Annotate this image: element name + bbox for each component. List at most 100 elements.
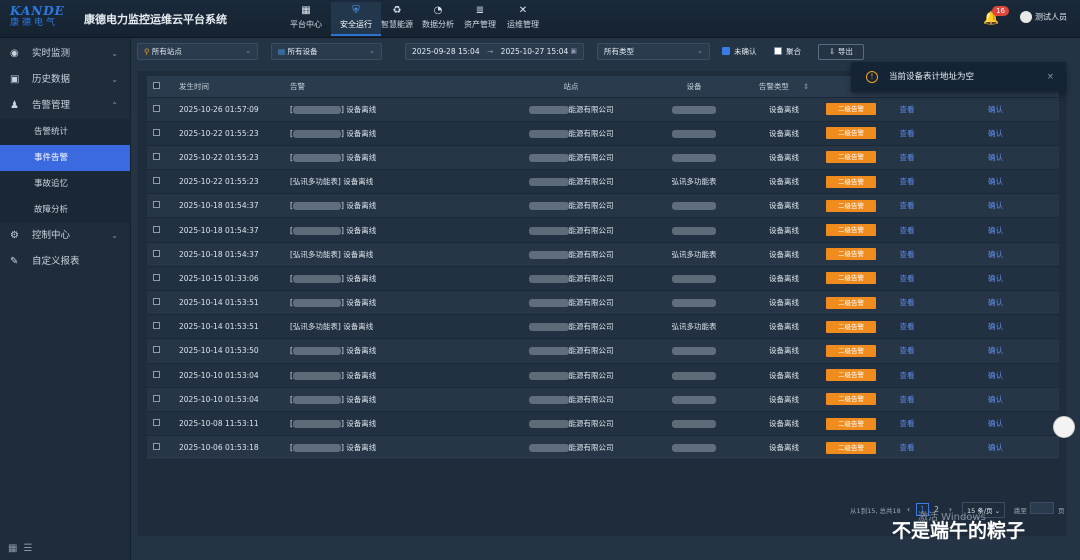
view-link[interactable]: 查看	[900, 105, 915, 114]
redacted-site-name	[528, 178, 569, 187]
alarm-level-tag: 二级告警	[826, 320, 876, 333]
cell-time: 2025-10-08 11:53:11	[173, 411, 284, 437]
row-checkbox[interactable]	[153, 273, 160, 281]
row-checkbox[interactable]	[153, 443, 160, 451]
confirm-link[interactable]: 确认	[988, 419, 1003, 428]
type-select[interactable]: 所有类型 ⌄	[597, 43, 710, 60]
confirm-link[interactable]: 确认	[988, 274, 1003, 283]
confirm-link[interactable]: 确认	[988, 201, 1003, 210]
confirm-link[interactable]: 确认	[988, 105, 1003, 114]
view-link[interactable]: 查看	[900, 371, 915, 380]
table-row[interactable]: 2025-10-06 01:53:18[] 设备离线 能源有限公司 设备离线 二级告警…	[147, 435, 1059, 461]
sidebar-item-custom-report[interactable]: ✎ 自定义报表	[0, 249, 130, 275]
sidebar-sub-alarm-stats[interactable]: 告警统计	[0, 119, 130, 145]
sidebar-item-control[interactable]: ⚙ 控制中心 ⌄	[0, 223, 130, 249]
close-icon[interactable]: ×	[1047, 62, 1054, 92]
redacted-device	[672, 299, 716, 308]
sidebar-item-realtime[interactable]: ◉ 实时监测 ⌄	[0, 41, 130, 67]
row-checkbox[interactable]	[153, 128, 160, 136]
unconfirmed-checkbox[interactable]	[722, 47, 730, 55]
view-link[interactable]: 查看	[900, 250, 915, 259]
col-header-type[interactable]: 告警类型 ⇕	[748, 76, 820, 98]
row-checkbox[interactable]	[153, 177, 160, 185]
view-link[interactable]: 查看	[900, 346, 915, 355]
system-title: 康德电力监控运维云平台系统	[84, 13, 227, 26]
sidebar-item-alarm[interactable]: ♟ 告警管理 ⌃	[0, 93, 130, 119]
table-row[interactable]: 2025-10-26 01:57:09[] 设备离线 能源有限公司 设备离线 二级告警…	[147, 97, 1059, 122]
confirm-link[interactable]: 确认	[988, 371, 1003, 380]
view-link[interactable]: 查看	[900, 322, 915, 331]
confirm-link[interactable]: 确认	[988, 322, 1003, 331]
view-link[interactable]: 查看	[900, 395, 915, 404]
table-row[interactable]: 2025-10-22 01:55:23 [弘讯多功能表] 设备离线 能源有限公司 弘讯…	[147, 169, 1059, 195]
nav-tab-operations[interactable]: ✕ 运维管理	[498, 2, 548, 36]
assistant-avatar[interactable]	[1053, 416, 1075, 438]
user-menu[interactable]: 测试人员	[1020, 11, 1067, 23]
nav-tab-platform[interactable]: ▦ 平台中心	[281, 2, 331, 36]
confirm-link[interactable]: 确认	[988, 395, 1003, 404]
confirm-link[interactable]: 确认	[988, 226, 1003, 235]
view-link[interactable]: 查看	[900, 129, 915, 138]
site-select[interactable]: ⚲ 所有站点 ⌄	[137, 43, 258, 60]
table-row[interactable]: 2025-10-10 01:53:04[] 设备离线 能源有限公司 设备离线 二级告警…	[147, 387, 1059, 412]
table-row[interactable]: 2025-10-15 01:33:06[] 设备离线 能源有限公司 设备离线 二级告警…	[147, 266, 1059, 292]
view-link[interactable]: 查看	[900, 419, 915, 428]
sort-icon[interactable]: ⇕	[803, 82, 809, 91]
view-link[interactable]: 查看	[900, 177, 915, 186]
table-row[interactable]: 2025-10-18 01:54:37 [弘讯多功能表] 设备离线 能源有限公司 弘讯…	[147, 242, 1059, 267]
table-row[interactable]: 2025-10-08 11:53:11[] 设备离线 能源有限公司 设备离线 二级告警…	[147, 411, 1059, 437]
row-checkbox[interactable]	[153, 298, 160, 306]
row-checkbox[interactable]	[153, 394, 160, 402]
row-checkbox[interactable]	[153, 419, 160, 427]
table-row[interactable]: 2025-10-14 01:53:51 [弘讯多功能表] 设备离线 能源有限公司 弘讯…	[147, 314, 1059, 340]
row-checkbox[interactable]	[153, 322, 160, 330]
view-link[interactable]: 查看	[900, 226, 915, 235]
row-checkbox[interactable]	[153, 370, 160, 378]
cell-device	[640, 363, 748, 388]
merge-checkbox[interactable]	[774, 47, 782, 55]
chevron-down-icon: ⌄	[697, 47, 703, 55]
sidebar-item-history[interactable]: ▣ 历史数据 ⌄	[0, 67, 130, 93]
col-header-time[interactable]: 发生时间	[173, 76, 284, 98]
sidebar-sub-accident-recall[interactable]: 事故追忆	[0, 171, 130, 197]
pie-chart-icon: ◔	[433, 5, 443, 16]
sidebar-footer-icons[interactable]: ▦☰	[8, 543, 38, 554]
table-row[interactable]: 2025-10-22 01:55:23[] 设备离线 能源有限公司 设备离线 二级告警…	[147, 121, 1059, 146]
view-link[interactable]: 查看	[900, 274, 915, 283]
confirm-link[interactable]: 确认	[988, 443, 1003, 452]
alarm-level-tag: 二级告警	[826, 199, 876, 212]
row-checkbox[interactable]	[153, 346, 160, 354]
row-checkbox[interactable]	[153, 201, 160, 209]
col-header-site[interactable]: 站点	[502, 76, 640, 98]
table-row[interactable]: 2025-10-22 01:55:23[] 设备离线 能源有限公司 设备离线 二级告警…	[147, 145, 1059, 171]
view-link[interactable]: 查看	[900, 298, 915, 307]
row-checkbox[interactable]	[153, 249, 160, 257]
row-checkbox[interactable]	[153, 152, 160, 160]
select-all-checkbox[interactable]	[153, 81, 160, 89]
table-row[interactable]: 2025-10-10 01:53:04[] 设备离线 能源有限公司 设备离线 二级告警…	[147, 363, 1059, 388]
row-checkbox[interactable]	[153, 225, 160, 233]
prev-page-button[interactable]: ‹	[902, 503, 915, 516]
table-row[interactable]: 2025-10-18 01:54:37[] 设备离线 能源有限公司 设备离线 二级告警…	[147, 217, 1059, 243]
view-link[interactable]: 查看	[900, 153, 915, 162]
table-row[interactable]: 2025-10-14 01:53:50[] 设备离线 能源有限公司 设备离线 二级告警…	[147, 338, 1059, 364]
goto-page-input[interactable]	[1030, 502, 1054, 514]
confirm-link[interactable]: 确认	[988, 298, 1003, 307]
confirm-link[interactable]: 确认	[988, 346, 1003, 355]
confirm-link[interactable]: 确认	[988, 129, 1003, 138]
col-header-device[interactable]: 设备	[640, 76, 748, 98]
device-select[interactable]: ▤ 所有设备 ⌄	[271, 43, 382, 60]
confirm-link[interactable]: 确认	[988, 177, 1003, 186]
view-link[interactable]: 查看	[900, 443, 915, 452]
col-header-alarm[interactable]: 告警	[284, 76, 502, 98]
table-row[interactable]: 2025-10-18 01:54:37[] 设备离线 能源有限公司 设备离线 二级告警…	[147, 193, 1059, 219]
confirm-link[interactable]: 确认	[988, 153, 1003, 162]
date-range-picker[interactable]: 2025-09-28 15:04 → 2025-10-27 15:04 ▣	[405, 43, 584, 60]
table-row[interactable]: 2025-10-14 01:53:51[] 设备离线 能源有限公司 设备离线 二级告警…	[147, 290, 1059, 316]
export-button[interactable]: ⇩ 导出	[818, 44, 864, 60]
row-checkbox[interactable]	[153, 104, 160, 112]
view-link[interactable]: 查看	[900, 201, 915, 210]
sidebar-sub-event-alarm[interactable]: 事件告警	[0, 145, 130, 171]
sidebar-sub-fault-analysis[interactable]: 故障分析	[0, 197, 130, 223]
confirm-link[interactable]: 确认	[988, 250, 1003, 259]
